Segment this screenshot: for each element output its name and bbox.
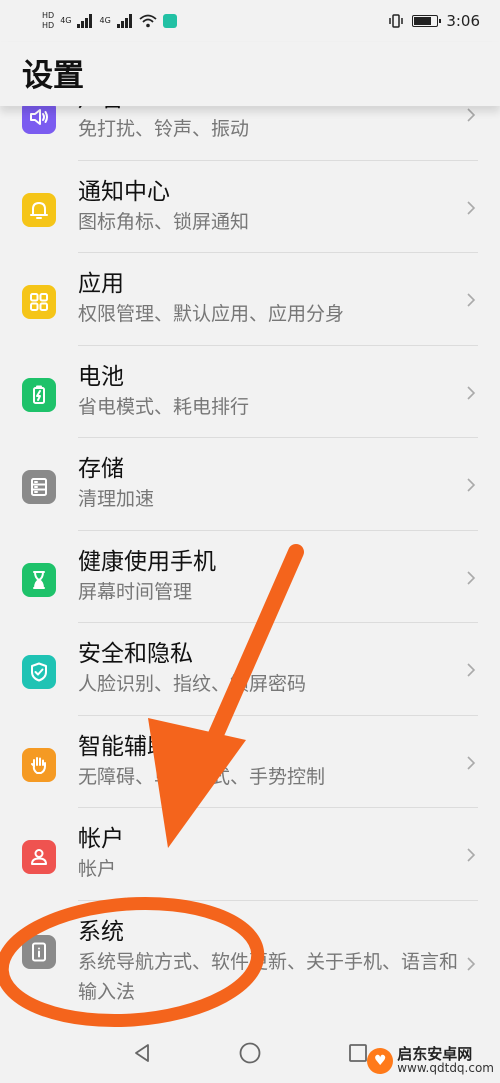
settings-item-title: 智能辅助 [78, 733, 170, 760]
watermark-name: 启东安卓网 [397, 1045, 473, 1063]
settings-item-texts: 系统系统导航方式、软件更新、关于手机、语言和输入法 [78, 917, 460, 1007]
network-type-2: 4G [99, 16, 111, 25]
settings-item-title: 帐户 [78, 826, 124, 852]
person-icon [22, 840, 56, 874]
hand-icon [22, 747, 56, 782]
chevron-right-icon [464, 200, 478, 215]
settings-item-texts: 智能辅助无障碍、单手模式、手势控制 [78, 732, 460, 792]
settings-list[interactable]: 声音免打扰、铃声、振动通知中心图标角标、锁屏通知应用权限管理、默认应用、应用分身… [0, 68, 500, 1025]
clock: 3:06 [446, 12, 480, 30]
settings-item[interactable]: 智能辅助无障碍、单手模式、手势控制 [0, 716, 500, 808]
settings-item-texts: 存储 清理加速 [78, 454, 460, 514]
watermark-text: 启东安卓网 www.qdtdq.com [397, 1045, 494, 1076]
settings-item-texts: 健康使用手机屏幕时间管理 [78, 547, 460, 607]
settings-item-subtitle: 省电模式、耗电排行 [78, 395, 250, 418]
settings-item[interactable]: 通知中心图标角标、锁屏通知 [0, 161, 500, 253]
battery-status-icon [412, 15, 442, 27]
settings-item-texts: 应用权限管理、默认应用、应用分身 [78, 269, 460, 329]
back-nav-icon[interactable] [131, 1042, 153, 1064]
header: 设置 [0, 42, 500, 106]
settings-item-title: 电池 [78, 363, 124, 390]
battery-icon [22, 377, 56, 412]
settings-item-title: 安全和隐私 [78, 641, 193, 667]
settings-item-subtitle: 帐户 [78, 858, 117, 880]
watermark-logo-icon: ♥ [367, 1048, 394, 1074]
settings-item-subtitle: 人脸识别、指纹、锁屏密码 [78, 673, 307, 695]
bell-icon [22, 192, 56, 227]
battery-level-fill [414, 17, 432, 25]
chevron-right-icon [464, 292, 478, 307]
settings-item-texts: 安全和隐私人脸识别、指纹、锁屏密码 [78, 639, 460, 699]
hd-badge-bottom: HD [42, 21, 55, 30]
wifi-icon [139, 14, 157, 28]
shield-icon [22, 655, 56, 689]
hd-indicators: HD HD [42, 12, 54, 30]
settings-item-title: 存储 [78, 456, 124, 482]
settings-item[interactable]: 系统系统导航方式、软件更新、关于手机、语言和输入法 [0, 901, 500, 1025]
hourglass-icon [22, 562, 56, 597]
settings-item-subtitle: 系统导航方式、软件更新、关于手机、语言和输入法 [78, 950, 459, 1003]
chevron-right-icon [464, 107, 478, 122]
phone-info-icon [22, 934, 56, 969]
hd-badge-top: HD [42, 11, 55, 20]
settings-item-subtitle: 免打扰、铃声、振动 [78, 118, 250, 140]
status-bar: HD HD 4G 4G 3:06 [0, 0, 500, 42]
settings-item-subtitle: 无障碍、单手模式、手势控制 [78, 765, 326, 788]
status-left: HD HD 4G 4G [42, 12, 177, 30]
settings-item-title: 健康使用手机 [78, 548, 216, 575]
signal-icon-2 [116, 14, 133, 28]
status-right: 3:06 [388, 12, 480, 30]
chevron-right-icon [464, 570, 478, 585]
settings-item-subtitle: 清理加速 [78, 488, 155, 510]
chevron-right-icon [464, 385, 478, 400]
network-type-1: 4G [60, 16, 72, 25]
settings-item[interactable]: 电池省电模式、耗电排行 [0, 346, 500, 438]
settings-item-texts: 通知中心图标角标、锁屏通知 [78, 177, 460, 237]
settings-item-title: 系统 [78, 918, 124, 945]
settings-item-subtitle: 图标角标、锁屏通知 [78, 210, 250, 233]
settings-item[interactable]: 帐户 帐户 [0, 808, 500, 901]
chevron-right-icon [464, 755, 478, 770]
watermark: ♥ 启东安卓网 www.qdtdq.com [367, 1047, 494, 1075]
settings-item[interactable]: 应用权限管理、默认应用、应用分身 [0, 253, 500, 346]
watermark-url: www.qdtdq.com [397, 1061, 494, 1075]
settings-item[interactable]: 存储 清理加速 [0, 438, 500, 531]
page-title: 设置 [22, 58, 84, 94]
app-notification-icon [162, 14, 177, 28]
chevron-right-icon [464, 847, 478, 862]
settings-item[interactable]: 健康使用手机屏幕时间管理 [0, 531, 500, 623]
storage-icon [22, 470, 56, 504]
settings-item-title: 通知中心 [78, 178, 170, 205]
recents-nav-icon[interactable] [347, 1042, 369, 1064]
home-nav-icon[interactable] [238, 1041, 262, 1065]
chevron-right-icon [464, 956, 478, 971]
chevron-right-icon [464, 662, 478, 677]
settings-item-subtitle: 屏幕时间管理 [78, 580, 193, 603]
signal-icon-1 [77, 14, 93, 28]
apps-grid-icon [22, 285, 56, 319]
settings-item[interactable]: 安全和隐私人脸识别、指纹、锁屏密码 [0, 623, 500, 716]
settings-item-title: 应用 [78, 271, 124, 297]
chevron-right-icon [464, 477, 478, 492]
vibrate-icon [389, 14, 404, 28]
settings-item-texts: 电池省电模式、耗电排行 [78, 362, 460, 422]
settings-item-subtitle: 权限管理、默认应用、应用分身 [78, 303, 345, 325]
settings-item-texts: 帐户 帐户 [78, 824, 460, 884]
